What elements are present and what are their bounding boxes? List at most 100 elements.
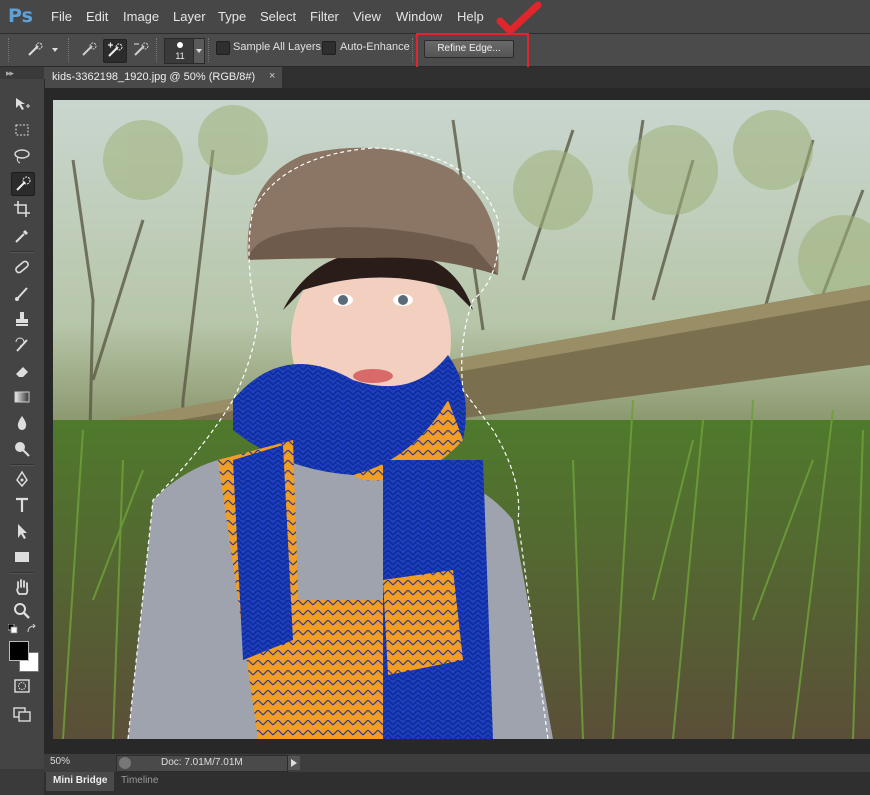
tab-timeline[interactable]: Timeline [114, 772, 165, 791]
hand-icon [16, 579, 29, 595]
red-checkmark-icon [496, 1, 542, 35]
options-divider [68, 38, 71, 62]
menu-type[interactable]: Type [218, 8, 246, 25]
document-info-icon [119, 757, 131, 769]
screen-mode-icon [13, 707, 31, 722]
move-icon [16, 98, 30, 110]
default-colors-icon[interactable] [8, 624, 20, 634]
eraser-icon [16, 367, 28, 377]
new-selection-button[interactable] [78, 39, 100, 61]
menu-file[interactable]: File [51, 8, 72, 25]
tool-preset-picker[interactable] [24, 39, 46, 61]
stamp-icon [16, 312, 28, 326]
document-tab-bar: kids-3362198_1920.jpg @ 50% (RGB/8#) × [44, 67, 870, 88]
dodge-tool[interactable] [11, 438, 33, 460]
collapse-panel-icon[interactable]: ▸▸ [6, 68, 14, 79]
auto-enhance-checkbox[interactable] [322, 41, 336, 55]
swap-colors-icon[interactable] [26, 624, 38, 634]
bottom-panel-tabs: Mini Bridge Timeline [44, 772, 870, 795]
options-divider [208, 38, 211, 62]
quick-selection-tool[interactable] [11, 172, 35, 196]
quick-mask-toggle[interactable] [11, 675, 33, 697]
document-info[interactable]: Doc: 7.01M/7.01M [116, 755, 288, 772]
quick-selection-icon [16, 176, 31, 191]
bandage-icon [15, 260, 29, 274]
canvas-area[interactable] [44, 88, 870, 753]
menu-select[interactable]: Select [260, 8, 296, 25]
menu-image[interactable]: Image [123, 8, 159, 25]
eyedropper-tool[interactable] [11, 225, 33, 247]
brush-picker[interactable]: 11 [164, 38, 196, 64]
close-tab-icon[interactable]: × [269, 70, 275, 82]
dodge-icon [15, 442, 30, 457]
history-brush-icon [15, 337, 28, 352]
quick-mask-icon [14, 679, 30, 693]
lasso-icon [14, 149, 30, 164]
foreground-color-swatch[interactable] [9, 641, 29, 661]
eyedropper-icon [15, 229, 29, 243]
type-icon [16, 497, 28, 512]
zoom-tool[interactable] [11, 600, 33, 622]
photo-boy-with-scarf[interactable] [53, 100, 870, 739]
photoshop-logo: Ps [8, 5, 33, 27]
sample-all-layers-label: Sample All Layers [233, 41, 322, 53]
toolbox-divider [10, 251, 34, 253]
type-tool[interactable] [11, 494, 33, 516]
document-tab-title: kids-3362198_1920.jpg @ 50% (RGB/8#) [52, 71, 256, 83]
auto-enhance-label: Auto-Enhance [340, 41, 410, 53]
menu-help[interactable]: Help [457, 8, 484, 25]
zoom-magnifier-icon [14, 603, 30, 619]
sample-all-layers-checkbox[interactable] [216, 41, 230, 55]
path-selection-arrow-icon [18, 524, 27, 539]
blur-drop-icon [17, 416, 27, 430]
add-to-selection-button[interactable] [103, 39, 127, 63]
lasso-tool[interactable] [11, 145, 33, 167]
move-tool[interactable] [11, 93, 33, 115]
history-brush-tool[interactable] [11, 334, 33, 356]
eraser-tool[interactable] [11, 360, 33, 382]
toolbox-divider [10, 572, 34, 574]
hand-tool[interactable] [11, 576, 33, 598]
menu-edit[interactable]: Edit [86, 8, 108, 25]
brush-picker-dropdown[interactable] [193, 38, 205, 64]
pen-tool[interactable] [11, 468, 33, 490]
menu-view[interactable]: View [353, 8, 381, 25]
subtract-from-selection-icon [134, 42, 149, 56]
menu-window[interactable]: Window [396, 8, 442, 25]
gradient-icon [14, 391, 30, 403]
menu-bar: Ps File Edit Image Layer Type Select Fil… [0, 0, 870, 34]
tab-mini-bridge[interactable]: Mini Bridge [46, 772, 115, 791]
menu-layer[interactable]: Layer [173, 8, 206, 25]
options-grip [8, 38, 11, 62]
rectangle-shape-icon [15, 552, 29, 562]
spot-healing-tool[interactable] [11, 256, 33, 278]
options-divider [412, 38, 415, 62]
toolbox-divider [10, 464, 34, 466]
brush-tool[interactable] [11, 282, 33, 304]
quick-selection-icon [28, 42, 43, 56]
zoom-level-field[interactable]: 50% [50, 756, 96, 770]
brush-icon [15, 287, 28, 301]
rectangle-tool[interactable] [11, 546, 33, 568]
add-to-selection-icon [108, 42, 123, 57]
toolbox [0, 79, 45, 769]
pen-icon [16, 470, 28, 488]
gradient-tool[interactable] [11, 386, 33, 408]
clone-stamp-tool[interactable] [11, 308, 33, 330]
brush-size-value: 11 [175, 51, 185, 61]
tool-preset-dropdown[interactable] [50, 38, 60, 62]
path-selection-tool[interactable] [11, 520, 33, 542]
menu-filter[interactable]: Filter [310, 8, 339, 25]
brush-tip-icon [177, 42, 183, 48]
blur-tool[interactable] [11, 412, 33, 434]
crop-icon [14, 201, 30, 217]
marquee-tool[interactable] [11, 119, 33, 141]
new-selection-icon [82, 42, 97, 56]
document-tab[interactable]: kids-3362198_1920.jpg @ 50% (RGB/8#) × [44, 67, 282, 88]
crop-tool[interactable] [11, 198, 33, 220]
options-divider [156, 38, 159, 62]
subtract-from-selection-button[interactable] [130, 39, 152, 61]
document-size-text: Doc: 7.01M/7.01M [161, 757, 243, 768]
status-menu-arrow-icon[interactable] [288, 756, 300, 770]
screen-mode-toggle[interactable] [11, 703, 33, 725]
